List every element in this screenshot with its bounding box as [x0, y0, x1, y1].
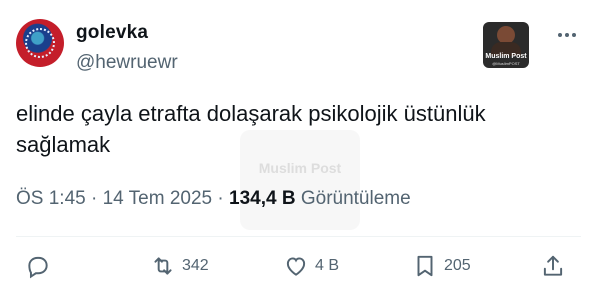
more-options-button[interactable] — [553, 28, 581, 42]
author-display-name[interactable]: golevka — [76, 22, 148, 44]
more-dot-icon — [572, 33, 576, 37]
bookmark-count: 205 — [444, 257, 471, 274]
share-button[interactable] — [540, 248, 566, 284]
views-label: Görüntüleme — [300, 188, 411, 209]
retweet-button[interactable]: 342 — [150, 248, 209, 284]
share-icon — [543, 255, 563, 276]
heart-icon — [286, 257, 306, 276]
tweet-time[interactable]: ÖS 1:45 — [16, 188, 86, 209]
divider — [16, 236, 581, 237]
thumbnail-title: Muslim Post — [485, 53, 527, 60]
tweet-text: elinde çayla etrafta dolaşarak psikoloji… — [16, 101, 486, 157]
like-button[interactable]: 4 B — [283, 248, 339, 284]
avatar-pattern — [25, 28, 55, 58]
views-count: 134,4 B — [229, 188, 296, 209]
bookmark-button[interactable]: 205 — [412, 248, 471, 284]
more-dot-icon — [558, 33, 562, 37]
retweet-icon — [154, 257, 172, 275]
tweet-date[interactable]: 14 Tem 2025 — [103, 188, 213, 209]
meta-separator: · — [85, 188, 103, 209]
reply-button[interactable] — [25, 248, 51, 284]
author-handle[interactable]: @hewruewr — [76, 52, 178, 74]
like-count: 4 B — [315, 257, 340, 274]
tweet-meta: ÖS 1:45 · 14 Tem 2025 · 134,4 B Görüntül… — [16, 188, 411, 210]
avatar[interactable] — [16, 19, 64, 67]
thumbnail-subtitle: @MuslimPOST — [492, 61, 520, 66]
reply-icon — [28, 256, 48, 279]
tweet-card: golevka @hewruewr Muslim Post @MuslimPOS… — [0, 0, 597, 295]
meta-separator: · — [212, 188, 230, 209]
retweet-count: 342 — [182, 257, 209, 274]
bookmark-icon — [417, 255, 433, 277]
more-dot-icon — [565, 33, 569, 37]
action-bar: 342 4 B 205 — [0, 248, 597, 284]
media-thumbnail[interactable]: Muslim Post @MuslimPOST — [483, 22, 529, 68]
